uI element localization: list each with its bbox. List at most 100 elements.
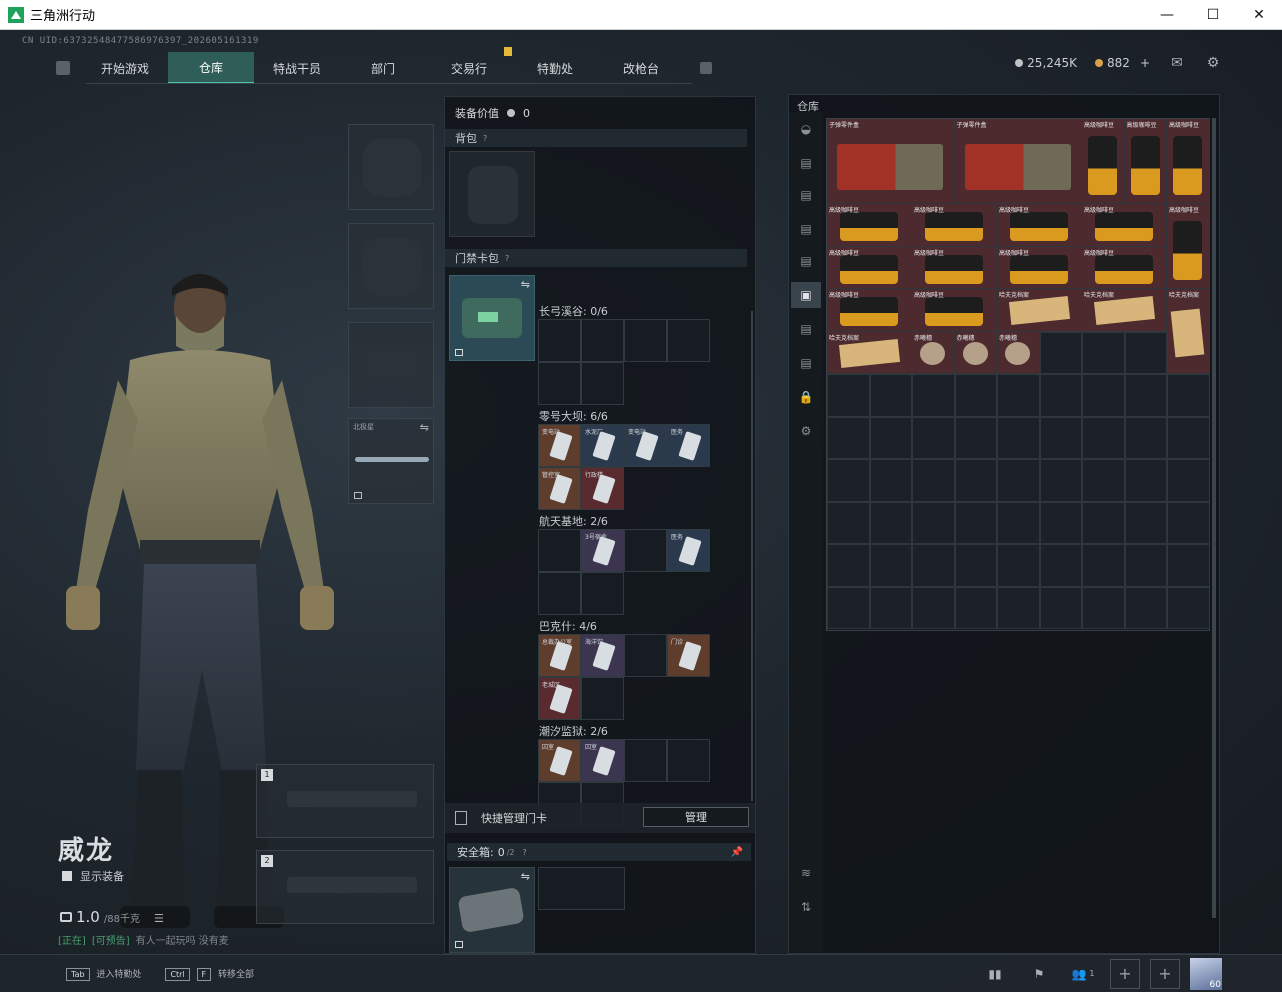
warehouse-item-paper[interactable]: 哈夫克档案 (827, 331, 911, 373)
warehouse-cell[interactable] (912, 544, 955, 587)
keycard-slot[interactable] (667, 319, 710, 362)
warehouse-item-coffee[interactable]: 高级咖啡豆 (827, 289, 911, 331)
category-icon[interactable]: ▤ (796, 154, 816, 172)
warehouse-cell[interactable] (869, 544, 912, 587)
keycard-slot[interactable] (581, 572, 624, 615)
warehouse-cell[interactable] (1167, 501, 1210, 544)
nav-tab[interactable]: 交易行 (426, 52, 512, 84)
warehouse-item-coffee[interactable]: 高级咖啡豆 (1082, 204, 1166, 246)
warehouse-cell[interactable] (1124, 459, 1167, 502)
warehouse-cell[interactable] (827, 586, 870, 629)
primary-weapon-slot[interactable]: 1 (256, 764, 434, 838)
category-icon[interactable]: ▤ (796, 354, 816, 372)
keycard-item[interactable]: 囚室 (538, 739, 581, 782)
warehouse-cell[interactable] (912, 374, 955, 417)
swap-icon[interactable]: ⇋ (420, 421, 429, 434)
keycard-slot[interactable] (538, 362, 581, 405)
keycard-slot[interactable] (624, 739, 667, 782)
friends-icon[interactable]: 👥 1 (1066, 959, 1100, 989)
warehouse-item-coffee[interactable]: 高级咖啡豆 (1082, 246, 1166, 288)
warehouse-cell[interactable] (1167, 459, 1210, 502)
warehouse-cell[interactable] (1039, 586, 1082, 629)
warehouse-cell[interactable] (1082, 544, 1125, 587)
swap-icon[interactable]: ⇋ (521, 870, 530, 883)
warehouse-cell[interactable] (912, 459, 955, 502)
warehouse-cell[interactable] (997, 544, 1040, 587)
warehouse-cell[interactable] (1082, 331, 1125, 374)
warehouse-cell[interactable] (1167, 544, 1210, 587)
keycard-slot[interactable] (581, 362, 624, 405)
safe-box-grid[interactable] (538, 867, 625, 910)
warehouse-cell[interactable] (912, 416, 955, 459)
warehouse-cell[interactable] (954, 459, 997, 502)
scrollbar[interactable] (1212, 118, 1216, 918)
add-teammate-button[interactable]: + (1110, 958, 1140, 989)
warehouse-item-coffee[interactable]: 高级咖啡豆 (912, 246, 996, 288)
nav-prev-icon[interactable] (56, 61, 70, 75)
warehouse-item-coffee[interactable]: 高级咖啡豆 (1167, 204, 1209, 288)
close-button[interactable]: ✕ (1236, 0, 1282, 30)
keycard-item[interactable]: 海洋馆 (581, 634, 624, 677)
keycard-item[interactable]: 水泥厂 (581, 424, 624, 467)
keycard-item[interactable]: 3号宿舍 (581, 529, 624, 572)
warehouse-cell[interactable] (912, 501, 955, 544)
warehouse-cell[interactable] (954, 586, 997, 629)
warehouse-cell[interactable] (1082, 501, 1125, 544)
help-icon[interactable]: ? (523, 848, 527, 857)
help-icon[interactable]: ? (505, 254, 509, 263)
warehouse-cell[interactable] (1082, 374, 1125, 417)
nav-next-icon[interactable] (700, 62, 712, 74)
warehouse-cell[interactable] (912, 586, 955, 629)
nav-tab[interactable]: 部门 (340, 52, 426, 84)
category-icon[interactable]: ▤ (796, 320, 816, 338)
mail-icon[interactable]: ✉ (1168, 55, 1186, 71)
warehouse-item-coffee[interactable]: 高级咖啡豆 (997, 246, 1081, 288)
warehouse-cell[interactable] (827, 416, 870, 459)
warehouse-cell[interactable] (954, 416, 997, 459)
warehouse-cell[interactable] (869, 374, 912, 417)
nav-tab[interactable]: 改枪台 (598, 52, 684, 84)
gear-icon[interactable]: ⚙ (1204, 55, 1222, 71)
warehouse-item-coffee[interactable]: 高级咖啡豆 (1167, 119, 1209, 203)
warehouse-cell[interactable] (827, 501, 870, 544)
lock-icon[interactable]: 🔒 (796, 388, 816, 406)
secondary-weapon-slot[interactable]: 2 (256, 850, 434, 924)
warehouse-cell[interactable] (1124, 544, 1167, 587)
keycard-item[interactable]: 变电站 (624, 424, 667, 467)
warehouse-item-crate[interactable]: 子弹零件盒 (827, 119, 954, 203)
warehouse-cell[interactable] (827, 374, 870, 417)
warehouse-cell[interactable] (1082, 416, 1125, 459)
warehouse-cell[interactable] (1124, 331, 1167, 374)
manage-button[interactable]: 管理 (643, 807, 749, 827)
warehouse-item-paper[interactable]: 哈夫克档案 (997, 289, 1081, 331)
scrollbar[interactable] (751, 311, 753, 801)
warehouse-cell[interactable] (997, 374, 1040, 417)
warehouse-cell[interactable] (1039, 416, 1082, 459)
keycard-slot[interactable] (624, 529, 667, 572)
warehouse-cell[interactable] (1124, 501, 1167, 544)
warehouse-cell[interactable] (997, 501, 1040, 544)
warehouse-item-coffee[interactable]: 高级咖啡豆 (1082, 119, 1124, 203)
add-teammate-button[interactable]: + (1150, 958, 1180, 989)
layers-icon[interactable]: ≋ (796, 864, 816, 882)
warehouse-cell[interactable] (1124, 416, 1167, 459)
sort-icon[interactable]: ⇅ (796, 898, 816, 916)
keycard-case-slot[interactable]: ⇋ (449, 275, 535, 361)
warehouse-item-coffee[interactable]: 高级咖啡豆 (912, 289, 996, 331)
gold-add-button[interactable]: + (1140, 56, 1150, 70)
warehouse-item-coffee[interactable]: 高级咖啡豆 (1124, 119, 1166, 203)
warehouse-cell[interactable] (954, 501, 997, 544)
keycard-slot[interactable] (538, 572, 581, 615)
warehouse-item-coffee[interactable]: 高级咖啡豆 (827, 246, 911, 288)
warehouse-cell[interactable] (954, 374, 997, 417)
armor-slot[interactable] (348, 223, 434, 309)
warehouse-item-coffee[interactable]: 高级咖啡豆 (997, 204, 1081, 246)
melee-slot[interactable]: 北极星 ⇋ (348, 418, 434, 504)
category-icon[interactable]: ▤ (796, 186, 816, 204)
keycard-slot[interactable] (624, 634, 667, 677)
keycard-item[interactable]: 门诊 (667, 634, 710, 677)
enter-special-ops-hint[interactable]: Tab 进入特勤处 (66, 967, 141, 981)
warehouse-cell[interactable] (1039, 544, 1082, 587)
warehouse-cell[interactable] (869, 416, 912, 459)
pistol-slot[interactable] (348, 322, 434, 408)
